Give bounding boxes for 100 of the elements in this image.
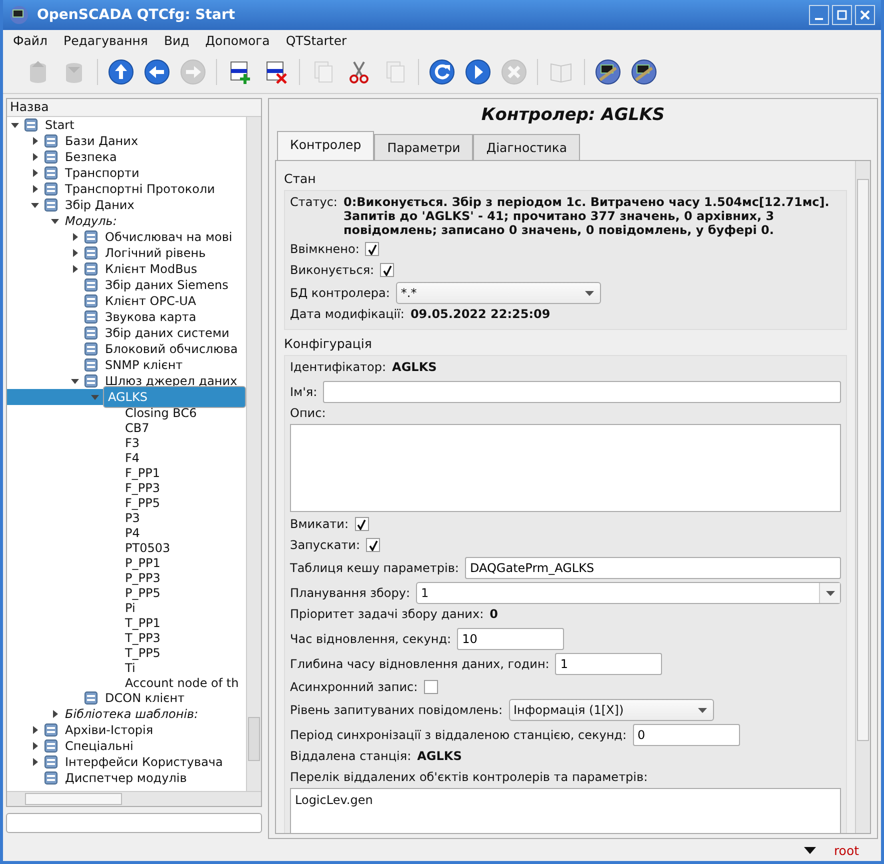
tree-item[interactable]: Модуль: [63, 214, 119, 228]
tree-item[interactable]: F_PP5 [123, 496, 162, 510]
tree-item[interactable]: SNMP клієнт [103, 358, 185, 372]
tree-item[interactable]: Account node of th [123, 676, 241, 690]
tree-item[interactable]: Обчислювач на мові [103, 230, 234, 244]
collapse-arrow-icon[interactable] [71, 377, 79, 385]
tree-item[interactable]: T_PP5 [123, 646, 162, 660]
tree-item[interactable]: Збір даних системи [103, 326, 232, 340]
expand-arrow-icon[interactable] [31, 758, 39, 766]
menu-item[interactable]: Файл [13, 33, 48, 48]
expand-arrow-icon[interactable] [51, 710, 59, 718]
tab[interactable]: Параметри [374, 134, 474, 161]
tree-item[interactable]: P_PP3 [123, 570, 162, 584]
module-icon [83, 261, 99, 277]
expand-arrow-icon[interactable] [31, 153, 39, 161]
input-field[interactable]: DAQGatePrm_AGLKS [464, 557, 841, 579]
tree-item[interactable]: Бібліотека шаблонів: [63, 707, 200, 721]
back-icon [143, 58, 171, 86]
tree-item[interactable]: Логічний рівень [103, 246, 208, 260]
tree-item[interactable]: Архіви-Історія [63, 723, 156, 737]
checkbox[interactable] [365, 242, 380, 256]
tree-item[interactable]: T_PP3 [123, 630, 162, 644]
tree-item[interactable]: Closing BC6 [123, 406, 199, 420]
expand-arrow-icon[interactable] [31, 726, 39, 734]
tab[interactable]: Діагностика [473, 134, 580, 161]
search-field[interactable] [6, 813, 262, 833]
horizontal-scrollbar[interactable] [7, 791, 261, 806]
expand-arrow-icon[interactable] [31, 137, 39, 145]
input-field[interactable]: 10 [457, 628, 564, 650]
app-button[interactable] [629, 57, 659, 87]
scrollbar[interactable] [855, 161, 870, 833]
tree-item[interactable]: Збір даних Siemens [103, 278, 230, 292]
tree-item[interactable]: F_PP3 [123, 480, 162, 494]
tab[interactable]: Контролер [277, 131, 374, 161]
tree-item[interactable]: F3 [123, 436, 142, 450]
tree-item[interactable]: Збір Даних [63, 198, 136, 212]
tree-item[interactable]: Клієнт OPC-UA [103, 294, 198, 308]
checkbox[interactable] [354, 517, 369, 531]
text-area[interactable]: LogicLev.gen [290, 788, 841, 833]
tree-item[interactable]: Диспетчер модулів [63, 771, 189, 785]
expand-arrow-icon[interactable] [31, 185, 39, 193]
collapse-arrow-icon[interactable] [11, 121, 19, 129]
tree-item[interactable]: PT0503 [123, 540, 172, 554]
tree-item[interactable]: Бази Даних [63, 134, 140, 148]
tree-item[interactable]: Ti [123, 660, 138, 674]
collapse-arrow-icon[interactable] [51, 217, 59, 225]
column-header[interactable]: Назва [7, 99, 261, 117]
dropdown-arrow-icon[interactable] [804, 846, 816, 854]
minimize-button[interactable] [809, 5, 829, 25]
tree-item[interactable]: DCON клієнт [103, 691, 187, 705]
close-button[interactable] [855, 5, 875, 25]
tree-item[interactable]: Блоковий обчислюва [103, 342, 240, 356]
section-title: Стан [284, 170, 317, 188]
tree-item[interactable]: Транспортні Протоколи [63, 182, 217, 196]
app-icon [630, 58, 658, 86]
input-field[interactable]: 1 [555, 653, 662, 675]
input-field[interactable]: 0 [632, 724, 740, 746]
dropdown[interactable]: Інформація (1[X]) [508, 699, 714, 721]
up-button[interactable] [106, 57, 136, 87]
start-button[interactable] [463, 57, 493, 87]
checkbox[interactable] [424, 680, 438, 694]
expand-arrow-icon[interactable] [71, 233, 79, 241]
tree-item[interactable]: P_PP1 [123, 556, 162, 570]
tree-item[interactable]: P_PP5 [123, 586, 162, 600]
close-icon [860, 10, 870, 20]
tree-item[interactable]: P3 [123, 510, 142, 524]
tree-item[interactable]: F_PP1 [123, 466, 162, 480]
expand-arrow-icon[interactable] [31, 169, 39, 177]
tree-item[interactable]: Транспорти [63, 166, 142, 180]
tree-item[interactable]: Start [43, 118, 76, 132]
collapse-arrow-icon[interactable] [31, 201, 39, 209]
checkbox[interactable] [380, 263, 394, 277]
tree-item[interactable]: AGLKS [103, 386, 246, 408]
refresh-button[interactable] [427, 57, 457, 87]
tree-item[interactable]: P4 [123, 526, 142, 540]
menu-item[interactable]: Допомога [205, 33, 270, 48]
dropdown[interactable]: 1 [416, 582, 841, 604]
tree-item[interactable]: Шлюз джерел даних [103, 374, 240, 388]
input-field[interactable] [323, 381, 841, 403]
back-button[interactable] [142, 57, 172, 87]
expand-arrow-icon[interactable] [71, 249, 79, 257]
tree-item[interactable]: Спеціальні [63, 739, 136, 753]
dropdown[interactable]: *.* [396, 282, 601, 304]
tree-item[interactable]: Безпека [63, 150, 119, 164]
tree-item[interactable]: F4 [123, 450, 142, 464]
app-button[interactable] [593, 57, 623, 87]
tree-item[interactable]: CB7 [123, 420, 152, 434]
menu-item[interactable]: Вид [164, 33, 190, 48]
checkbox[interactable] [366, 538, 380, 552]
tree-item[interactable]: Клієнт ModBus [103, 262, 200, 276]
menu-item[interactable]: Редагування [64, 33, 148, 48]
tree-item[interactable]: Інтерфейси Користувача [63, 755, 225, 769]
maximize-button[interactable] [832, 5, 852, 25]
tree-item[interactable]: T_PP1 [123, 616, 162, 630]
tree-item[interactable]: Звукова карта [103, 310, 198, 324]
expand-arrow-icon[interactable] [71, 265, 79, 273]
menu-item[interactable]: QTStarter [286, 33, 347, 48]
tree-item[interactable]: Pi [123, 600, 138, 614]
expand-arrow-icon[interactable] [31, 742, 39, 750]
scrollbar[interactable] [246, 117, 261, 791]
